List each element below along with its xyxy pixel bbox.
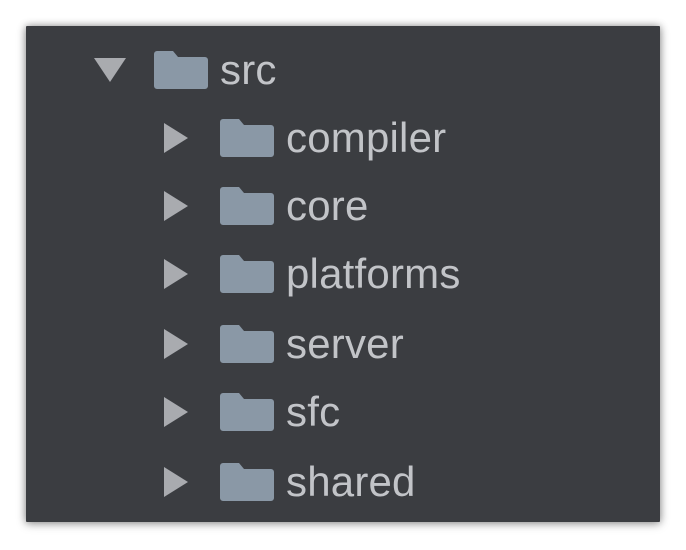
chevron-right-icon[interactable] bbox=[158, 176, 194, 236]
chevron-right-icon[interactable] bbox=[158, 244, 194, 304]
tree-node-label: shared bbox=[286, 458, 416, 505]
chevron-right-icon[interactable] bbox=[158, 314, 194, 374]
chevron-down-icon[interactable] bbox=[92, 40, 128, 100]
tree-node-compiler[interactable]: compiler bbox=[158, 108, 446, 168]
folder-icon bbox=[154, 40, 208, 100]
tree-node-label: platforms bbox=[286, 250, 461, 297]
tree-node-shared[interactable]: shared bbox=[158, 452, 416, 512]
tree-node-sfc[interactable]: sfc bbox=[158, 382, 340, 442]
chevron-right-icon[interactable] bbox=[158, 452, 194, 512]
tree-node-label: src bbox=[220, 46, 277, 93]
tree-node-platforms[interactable]: platforms bbox=[158, 244, 461, 304]
folder-icon bbox=[220, 176, 274, 236]
tree-node-label: server bbox=[286, 320, 404, 367]
folder-icon bbox=[220, 314, 274, 374]
tree-node-label: sfc bbox=[286, 388, 341, 435]
tree-node-core[interactable]: core bbox=[158, 176, 369, 236]
chevron-right-icon[interactable] bbox=[158, 108, 194, 168]
tree-node-src[interactable]: src bbox=[92, 40, 277, 100]
chevron-right-icon[interactable] bbox=[158, 382, 194, 442]
tree-node-label: compiler bbox=[286, 114, 447, 161]
folder-icon bbox=[220, 108, 274, 168]
tree-node-label: core bbox=[286, 182, 369, 229]
project-tree-panel: src compiler core platforms server sfc s… bbox=[26, 26, 660, 522]
folder-icon bbox=[220, 382, 274, 442]
screenshot-frame: src compiler core platforms server sfc s… bbox=[0, 0, 686, 550]
folder-icon bbox=[220, 452, 274, 512]
folder-icon bbox=[220, 244, 274, 304]
tree-node-server[interactable]: server bbox=[158, 314, 404, 374]
